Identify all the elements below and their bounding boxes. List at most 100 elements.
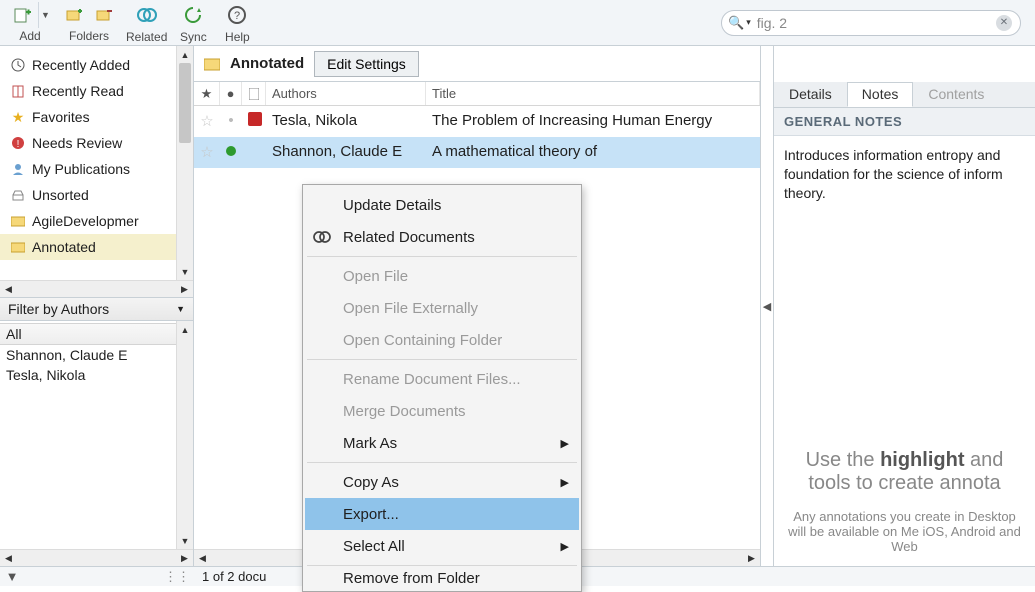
details-panel: Details Notes Contents GENERAL NOTES Int… — [773, 46, 1035, 566]
table-row[interactable]: ☆ Shannon, Claude EA mathematical theory … — [194, 137, 760, 168]
edit-settings-button[interactable]: Edit Settings — [314, 51, 419, 77]
toolbar-folders-group: Folders — [60, 2, 118, 43]
tab-contents[interactable]: Contents — [913, 82, 999, 107]
favorite-star-icon[interactable]: ☆ — [194, 137, 220, 167]
scroll-left-arrow[interactable]: ◀ — [0, 281, 17, 297]
sidebar-item-recently-added[interactable]: Recently Added — [0, 52, 176, 78]
doc-type-icon — [242, 137, 266, 167]
favorite-star-icon[interactable]: ☆ — [194, 106, 220, 136]
toolbar-help-group: ? Help — [219, 1, 255, 44]
author-filter-item[interactable]: Tesla, Nikola — [0, 365, 176, 385]
sidebar-item-favorites[interactable]: ★Favorites — [0, 104, 176, 130]
table-row[interactable]: ☆• Tesla, NikolaThe Problem of Increasing… — [194, 106, 760, 137]
tab-details[interactable]: Details — [774, 82, 847, 107]
read-dot-icon[interactable]: • — [220, 106, 242, 136]
row-author: Tesla, Nikola — [266, 106, 426, 136]
status-text: 1 of 2 docu — [194, 569, 266, 584]
toolbar-sync-group: Sync — [175, 1, 211, 44]
col-authors[interactable]: Authors — [266, 82, 426, 105]
col-read[interactable]: ● — [220, 82, 242, 105]
author-filter-list: AllShannon, Claude ETesla, Nikola — [0, 321, 176, 549]
related-button[interactable] — [129, 1, 165, 29]
toolbar-add-group: ▼ Add — [8, 2, 52, 43]
add-button[interactable] — [8, 2, 36, 28]
row-title: The Problem of Increasing Human Energy — [426, 106, 760, 136]
col-title[interactable]: Title — [426, 82, 760, 105]
clock-icon — [10, 58, 26, 72]
filter-title: Filter by Authors — [8, 301, 109, 317]
row-title: A mathematical theory of — [426, 137, 760, 167]
toolbar-related-group: Related — [126, 1, 167, 44]
menu-item-open-file-externally: Open File Externally — [305, 292, 579, 324]
panel-resize-handle[interactable]: ◀ — [761, 46, 773, 566]
menu-item-remove-from-folder[interactable]: Remove from Folder — [305, 569, 579, 587]
sidebar-item-my-publications[interactable]: My Publications — [0, 156, 176, 182]
fold-icon — [10, 215, 26, 227]
toolbar-label-related: Related — [126, 30, 167, 44]
authors-vscroll[interactable]: ▲▼ — [176, 321, 193, 549]
authors-hscroll[interactable]: ◀▶ — [0, 549, 193, 566]
book-icon — [10, 84, 26, 98]
context-menu: Update DetailsRelated Documents Open File… — [302, 184, 582, 592]
menu-item-merge-documents: Merge Documents — [305, 395, 579, 427]
user-icon — [10, 162, 26, 176]
folder-remove-button[interactable] — [90, 2, 118, 28]
general-notes-text[interactable]: Introduces information entropy and found… — [774, 136, 1035, 213]
menu-item-copy-as[interactable]: Copy As▶ — [305, 466, 579, 498]
sidebar-item-needs-review[interactable]: !Needs Review — [0, 130, 176, 156]
menu-item-export-[interactable]: Export... — [305, 498, 579, 530]
author-filter-item[interactable]: All — [0, 323, 176, 345]
column-headers: ★ ● Authors Title — [194, 82, 760, 106]
row-author: Shannon, Claude E — [266, 137, 426, 167]
tree-hscroll[interactable]: ◀ ▶ — [0, 280, 193, 297]
help-button[interactable]: ? — [219, 1, 255, 29]
general-notes-header: GENERAL NOTES — [774, 108, 1035, 136]
author-filter-item[interactable]: Shannon, Claude E — [0, 345, 176, 365]
sidebar-item-unsorted[interactable]: Unsorted — [0, 182, 176, 208]
menu-item-update-details[interactable]: Update Details — [305, 189, 579, 221]
folder-tree: Recently AddedRecently Read★Favorites!Ne… — [0, 46, 176, 280]
search-box: 🔍 ▾ ✕ — [721, 10, 1021, 36]
svg-text:!: ! — [17, 139, 20, 150]
search-scope-dropdown[interactable]: ▾ — [746, 17, 751, 28]
menu-item-related-documents[interactable]: Related Documents — [305, 221, 579, 253]
add-dropdown[interactable]: ▼ — [38, 2, 52, 28]
related-icon — [313, 229, 335, 245]
main-toolbar: ▼ Add Folders Related Sync — [0, 0, 1035, 46]
col-doc[interactable] — [242, 82, 266, 105]
toolbar-label-folders: Folders — [69, 29, 109, 43]
scroll-right-arrow[interactable]: ▶ — [176, 281, 193, 297]
right-tabs: Details Notes Contents — [774, 82, 1035, 108]
excl-icon: ! — [10, 136, 26, 150]
toolbar-label-add: Add — [19, 29, 40, 43]
svg-text:?: ? — [234, 10, 240, 22]
search-clear-icon[interactable]: ✕ — [996, 15, 1012, 31]
toolbar-label-help: Help — [225, 30, 250, 44]
folder-add-button[interactable] — [60, 2, 88, 28]
chevron-down-icon: ▼ — [176, 304, 185, 314]
menu-item-select-all[interactable]: Select All▶ — [305, 530, 579, 562]
sync-button[interactable] — [175, 1, 211, 29]
tree-vscroll[interactable]: ▲ ▼ — [176, 46, 193, 280]
menu-item-open-file: Open File — [305, 260, 579, 292]
tab-notes[interactable]: Notes — [847, 82, 914, 107]
sidebar-item-annotated[interactable]: Annotated — [0, 234, 176, 260]
folder-indicator-icon — [204, 57, 220, 71]
scroll-down-arrow[interactable]: ▼ — [177, 263, 193, 280]
search-input[interactable] — [757, 15, 996, 31]
col-favorite[interactable]: ★ — [194, 82, 220, 105]
scroll-up-arrow[interactable]: ▲ — [177, 46, 193, 63]
scroll-thumb[interactable] — [179, 63, 191, 143]
search-icon: 🔍 — [728, 15, 744, 31]
current-folder-name: Annotated — [230, 55, 304, 72]
filter-header[interactable]: Filter by Authors ▼ — [0, 297, 193, 321]
submenu-arrow-icon: ▶ — [561, 437, 569, 450]
sidebar-item-agiledevelopmer[interactable]: AgileDevelopmer — [0, 208, 176, 234]
sidebar-item-recently-read[interactable]: Recently Read — [0, 78, 176, 104]
filter-toggle-icon[interactable]: ▼ — [0, 569, 24, 584]
menu-item-mark-as[interactable]: Mark As▶ — [305, 427, 579, 459]
sidebar-grip-icon[interactable]: ⋮⋮ — [24, 569, 194, 585]
doc-type-icon — [242, 106, 266, 136]
toolbar-label-sync: Sync — [180, 30, 207, 44]
read-dot-icon[interactable] — [220, 137, 242, 167]
